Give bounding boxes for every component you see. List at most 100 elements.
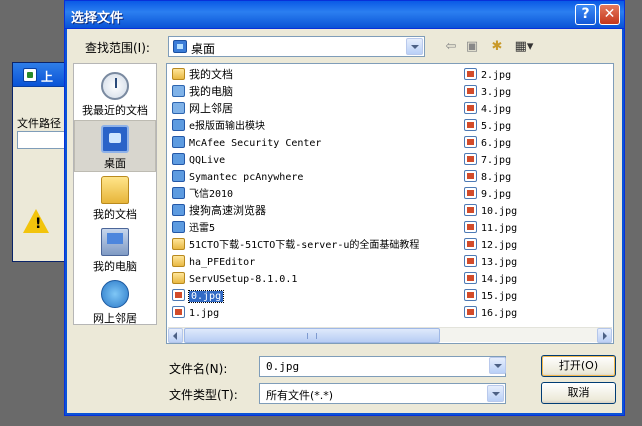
look-in-value: 桌面 (191, 42, 216, 56)
titlebar[interactable]: 选择文件 ? ✕ (65, 1, 624, 29)
help-button[interactable]: ? (575, 4, 596, 25)
file-list-item[interactable]: 8.jpg (463, 168, 613, 185)
shortcut-icon (172, 187, 185, 199)
file-list-item[interactable]: 14.jpg (463, 270, 613, 287)
place-recent-documents[interactable]: 我最近的文档 (74, 68, 156, 120)
system-folder-icon (172, 85, 185, 97)
file-list-item[interactable]: 9.jpg (463, 185, 613, 202)
look-in-label: 查找范围(I): (85, 41, 150, 55)
shortcut-icon (172, 170, 185, 182)
file-name-label: 文件名(N): (169, 362, 228, 376)
file-name: ha_PFEditor (189, 257, 256, 268)
file-list-item[interactable]: 网上邻居 (171, 100, 457, 117)
system-folder-icon (172, 102, 185, 114)
new-folder-icon[interactable]: ✱ (488, 39, 506, 55)
file-list-item[interactable]: 1.jpg (171, 304, 457, 321)
file-name: 8.jpg (481, 172, 512, 183)
file-dialog: 选择文件 ? ✕ 查找范围(I): 桌面 ⇦ ▣ ✱ ▦▾ 我最近的文档 桌面 … (64, 0, 625, 416)
file-list-item[interactable]: 0.jpg (171, 287, 457, 304)
dialog-title: 选择文件 (71, 11, 124, 26)
file-list-item[interactable]: 6.jpg (463, 134, 613, 151)
file-list-item[interactable]: 搜狗高速浏览器 (171, 202, 457, 219)
chevron-down-icon[interactable] (406, 38, 423, 55)
file-name: 5.jpg (481, 121, 512, 132)
image-file-icon (464, 272, 477, 284)
file-name: 11.jpg (481, 223, 518, 234)
file-name-input[interactable] (259, 356, 506, 377)
image-file-icon (464, 170, 477, 182)
file-name: 网上邻居 (189, 102, 233, 115)
open-button[interactable]: 打开(O) (541, 355, 616, 377)
file-list-item[interactable]: 13.jpg (463, 253, 613, 270)
place-label: 网上邻居 (93, 312, 137, 325)
recent-docs-icon (101, 72, 129, 100)
folder-icon (172, 238, 185, 250)
file-list-item[interactable]: 迅雷5 (171, 219, 457, 236)
file-list-item[interactable]: 10.jpg (463, 202, 613, 219)
file-list-item[interactable]: ServUSetup-8.1.0.1 (171, 270, 457, 287)
image-file-icon (464, 102, 477, 114)
look-in-dropdown[interactable]: 桌面 (168, 36, 425, 57)
chevron-down-icon[interactable] (489, 357, 506, 374)
desktop-icon (173, 40, 187, 53)
file-list-item[interactable]: 11.jpg (463, 219, 613, 236)
place-label: 我最近的文档 (82, 104, 148, 117)
file-list-item[interactable]: ha_PFEditor (171, 253, 457, 270)
shortcut-icon (172, 136, 185, 148)
chevron-down-icon[interactable] (487, 385, 504, 402)
back-icon[interactable]: ⇦ (443, 39, 459, 55)
file-list-item[interactable]: 12.jpg (463, 236, 613, 253)
file-list-item[interactable]: 15.jpg (463, 287, 613, 304)
file-name: 搜狗高速浏览器 (189, 204, 266, 217)
place-my-computer[interactable]: 我的电脑 (74, 224, 156, 276)
file-name: 13.jpg (481, 257, 518, 268)
file-type-dropdown[interactable]: 所有文件(*.*) (259, 383, 506, 404)
image-file-icon (464, 289, 477, 301)
file-name: 我的电脑 (189, 85, 233, 98)
image-file-icon (464, 306, 477, 318)
place-label: 桌面 (104, 157, 126, 170)
file-list-item[interactable]: 2.jpg (463, 66, 613, 83)
scroll-left-icon[interactable] (168, 328, 183, 343)
file-name: 51CTO下载-51CTO下载-server-u的全面基础教程 (189, 240, 420, 251)
views-menu-icon[interactable]: ▦▾ (512, 39, 536, 55)
file-list[interactable]: 我的文档我的电脑网上邻居 e报版面输出模块 McAfee Security Cent… (166, 63, 614, 344)
file-name: 15.jpg (481, 291, 518, 302)
file-name: 14.jpg (481, 274, 518, 285)
file-list-item[interactable]: 我的文档 (171, 66, 457, 83)
file-list-item[interactable]: 4.jpg (463, 100, 613, 117)
file-list-item[interactable]: 7.jpg (463, 151, 613, 168)
file-list-item[interactable]: 16.jpg (463, 304, 613, 321)
upload-icon (23, 68, 37, 82)
file-list-item[interactable]: e报版面输出模块 (171, 117, 457, 134)
file-list-item[interactable]: 5.jpg (463, 117, 613, 134)
my-documents-icon (101, 176, 129, 204)
place-label: 我的电脑 (93, 260, 137, 273)
file-list-item[interactable]: 51CTO下载-51CTO下载-server-u的全面基础教程 (171, 236, 457, 253)
background-window: 上 文件路径 ! (12, 62, 73, 262)
file-type-label: 文件类型(T): (169, 388, 238, 402)
file-list-item[interactable]: 3.jpg (463, 83, 613, 100)
image-file-icon (464, 238, 477, 250)
cancel-button[interactable]: 取消 (541, 382, 616, 404)
close-button[interactable]: ✕ (599, 4, 620, 25)
place-desktop[interactable]: 桌面 (74, 120, 156, 172)
warning-mark: ! (35, 216, 42, 232)
file-name: 0.jpg (187, 290, 225, 303)
place-network-places[interactable]: 网上邻居 (74, 276, 156, 328)
place-my-documents[interactable]: 我的文档 (74, 172, 156, 224)
file-list-item[interactable]: 飞信2010 (171, 185, 457, 202)
file-name: 10.jpg (481, 206, 518, 217)
file-list-item[interactable]: Symantec pcAnywhere (171, 168, 457, 185)
folder-icon (172, 255, 185, 267)
file-name: 16.jpg (481, 308, 518, 319)
horizontal-scrollbar[interactable] (168, 327, 612, 343)
file-list-item[interactable]: 我的电脑 (171, 83, 457, 100)
file-name: 3.jpg (481, 87, 512, 98)
file-list-item[interactable]: QQLive (171, 151, 457, 168)
scrollbar-thumb[interactable] (184, 328, 440, 343)
file-list-item[interactable]: McAfee Security Center (171, 134, 457, 151)
shortcut-icon (172, 221, 185, 233)
up-folder-icon[interactable]: ▣ (463, 39, 481, 55)
scroll-right-icon[interactable] (597, 328, 612, 343)
